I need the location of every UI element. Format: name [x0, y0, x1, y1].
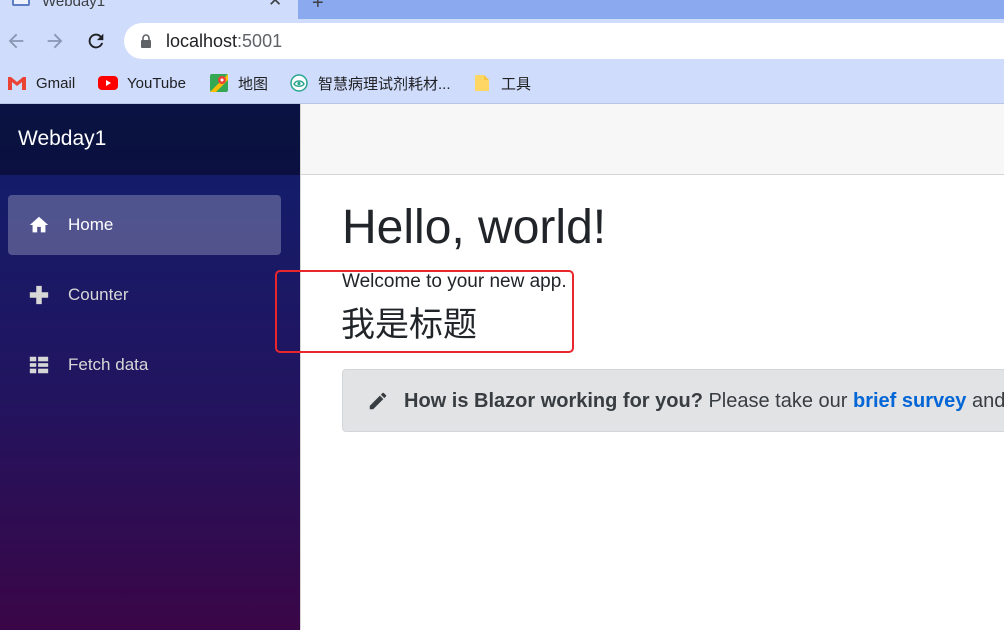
reload-icon	[88, 33, 104, 49]
bookmark-youtube[interactable]: YouTube	[98, 72, 186, 94]
survey-tail: and	[966, 390, 1004, 412]
gmail-icon	[7, 74, 27, 92]
youtube-icon	[98, 74, 118, 92]
nav-item-home[interactable]: Home	[8, 195, 281, 255]
maps-icon	[209, 74, 229, 92]
browser-tab[interactable]: Webday1 ✕	[0, 0, 298, 19]
bookmark-label: YouTube	[127, 74, 186, 92]
arrow-left-icon	[8, 33, 24, 49]
brand-link[interactable]: Webday1	[18, 127, 106, 151]
tab-title: Webday1	[42, 0, 106, 10]
tab-strip: Webday1 ✕ +	[0, 0, 1004, 19]
browser-toolbar: localhost:5001	[0, 19, 1004, 63]
sidebar: Webday1 Home Counter Fetch data	[0, 104, 300, 630]
survey-prompt-alert: How is Blazor working for you? Please ta…	[342, 369, 1004, 432]
tab-close-icon[interactable]: ✕	[268, 0, 282, 11]
page-favicon-icon	[12, 0, 30, 6]
address-bar[interactable]: localhost:5001	[124, 23, 1004, 59]
back-button[interactable]	[2, 27, 30, 55]
url-port: :5001	[237, 31, 283, 51]
url-host: localhost	[166, 31, 238, 51]
browser-chrome: Webday1 ✕ + localhost:5001 Gmail YouTube…	[0, 0, 1004, 104]
survey-prompt: Please take our	[702, 390, 853, 412]
plus-icon	[28, 284, 50, 306]
bookmark-folder[interactable]: 工具	[472, 72, 531, 94]
folder-icon	[472, 74, 492, 92]
tab-strip-empty-area	[298, 0, 1004, 19]
survey-text: How is Blazor working for you? Please ta…	[404, 390, 1004, 413]
nav-item-label: Home	[68, 215, 114, 234]
survey-link[interactable]: brief survey	[853, 390, 966, 412]
red-annotation-box	[275, 270, 574, 353]
bookmark-maps[interactable]: 地图	[209, 72, 268, 94]
bookmarks-bar: Gmail YouTube 地图 智慧病理试剂耗材... 工具	[0, 63, 1004, 103]
nav-item-counter[interactable]: Counter	[8, 265, 281, 325]
nav-item-label: Fetch data	[68, 355, 149, 374]
new-tab-button[interactable]: +	[312, 0, 324, 15]
bookmark-gmail[interactable]: Gmail	[7, 72, 75, 94]
reload-button[interactable]	[82, 27, 110, 55]
nav-item-fetch-data[interactable]: Fetch data	[8, 335, 281, 395]
bookmark-label: 地图	[238, 75, 269, 93]
forward-button[interactable]	[41, 27, 69, 55]
bookmark-label: 工具	[501, 75, 532, 93]
main-content: Hello, world! Welcome to your new app. 我…	[275, 104, 1004, 630]
arrow-right-icon	[47, 33, 63, 49]
survey-question: How is Blazor working for you?	[404, 390, 703, 412]
page-viewport: Webday1 Home Counter Fetch data Hello, w…	[0, 104, 1004, 630]
top-row	[301, 104, 1004, 175]
pencil-icon	[369, 392, 387, 410]
brand-bar: Webday1	[0, 104, 300, 175]
list-icon	[28, 354, 50, 376]
page-title: Hello, world!	[342, 201, 607, 254]
nav-item-label: Counter	[68, 285, 129, 304]
home-icon	[28, 214, 50, 236]
url-text: localhost:5001	[166, 31, 282, 52]
lock-icon	[141, 34, 151, 48]
bookmark-label: 智慧病理试剂耗材...	[318, 75, 451, 93]
bookmark-label: Gmail	[36, 74, 76, 92]
bookmark-site[interactable]: 智慧病理试剂耗材...	[289, 72, 451, 94]
site-icon	[289, 74, 309, 92]
